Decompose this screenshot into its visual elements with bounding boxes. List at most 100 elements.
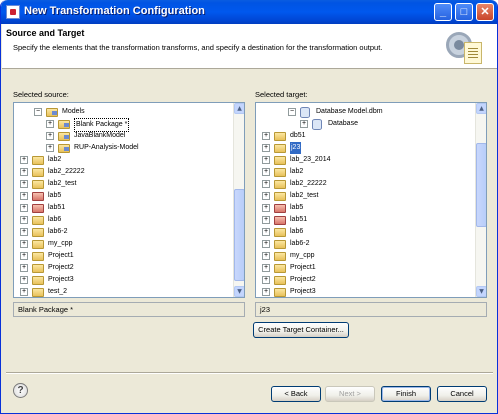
tree-item[interactable]: + Project3 (256, 286, 476, 297)
target-scrollbar[interactable]: ▲ ▼ (475, 103, 486, 297)
tree-item-label: Database Model.dbm (316, 108, 383, 115)
cancel-button[interactable]: Cancel (437, 386, 487, 402)
folder-icon (274, 228, 286, 237)
tree-item-label: lab6-2 (290, 240, 310, 247)
tree-item[interactable]: + JavaBlankModel (14, 130, 234, 142)
page-title: Source and Target (6, 28, 85, 38)
title-bar[interactable]: New Transformation Configuration _ □ ✕ (1, 0, 497, 24)
tree-item[interactable]: + lab2_test (256, 190, 476, 202)
maximize-button[interactable]: □ (455, 3, 473, 21)
tree-item[interactable]: + lab2 (14, 154, 234, 166)
tree-item[interactable]: + lab6 (14, 214, 234, 226)
expand-icon[interactable]: + (262, 216, 270, 224)
tree-item-label: my_cpp (290, 252, 315, 259)
close-button[interactable]: ✕ (476, 3, 494, 21)
tree-item[interactable]: + my_cpp (256, 250, 476, 262)
expand-icon[interactable]: + (262, 204, 270, 212)
finish-button[interactable]: Finish (381, 386, 431, 402)
database-icon (312, 119, 322, 130)
expand-icon[interactable]: + (262, 288, 270, 296)
target-tree[interactable]: − Database Model.dbm + Database + db51 + j23 + la… (255, 102, 487, 298)
expand-icon[interactable]: + (20, 228, 28, 236)
expand-icon[interactable]: + (262, 156, 270, 164)
folder-icon (274, 168, 286, 177)
next-button[interactable]: Next > (325, 386, 375, 402)
tree-item[interactable]: + my_cpp (14, 238, 234, 250)
tree-item[interactable]: + lab5 (14, 190, 234, 202)
help-icon[interactable]: ? (13, 383, 28, 398)
tree-item[interactable]: + lab51 (14, 202, 234, 214)
expand-icon[interactable]: + (262, 276, 270, 284)
tree-item[interactable]: + Project2 (14, 262, 234, 274)
expand-icon[interactable]: + (262, 228, 270, 236)
create-target-container-button[interactable]: Create Target Container... (253, 322, 349, 338)
tree-item[interactable]: + Blank Package * (14, 118, 234, 132)
tree-item[interactable]: + Project3 (14, 274, 234, 286)
expand-icon[interactable]: + (20, 156, 28, 164)
back-button[interactable]: < Back (271, 386, 321, 402)
expand-icon[interactable]: + (262, 240, 270, 248)
expand-icon[interactable]: + (20, 204, 28, 212)
expand-icon[interactable]: + (46, 120, 54, 128)
tree-item-label: lab_23_2014 (290, 156, 331, 163)
tree-item[interactable]: + lab2_test (14, 178, 234, 190)
expand-icon[interactable]: + (46, 144, 54, 152)
tree-item-label: lab6 (48, 216, 62, 223)
tree-item[interactable]: − Models (14, 106, 234, 118)
folder-icon (274, 156, 286, 165)
expand-icon[interactable]: + (262, 252, 270, 260)
expand-icon[interactable]: + (262, 144, 270, 152)
tree-item[interactable]: − Database Model.dbm (256, 106, 476, 118)
tree-item[interactable]: + lab5 (256, 202, 476, 214)
folder-icon (32, 168, 44, 177)
tree-item[interactable]: + db51 (256, 130, 476, 142)
tree-item-label: Models (62, 108, 85, 115)
folder-icon (32, 240, 44, 249)
scroll-down-arrow-icon[interactable]: ▼ (234, 286, 244, 297)
tree-item[interactable]: + lab2_22222 (14, 166, 234, 178)
tree-item[interactable]: + lab51 (256, 214, 476, 226)
expand-icon[interactable]: + (262, 132, 270, 140)
tree-item[interactable]: + lab2_22222 (256, 178, 476, 190)
expand-icon[interactable]: + (20, 240, 28, 248)
tree-item[interactable]: + lab6-2 (256, 238, 476, 250)
expand-icon[interactable]: + (46, 132, 54, 140)
minimize-button[interactable]: _ (434, 3, 452, 21)
expand-icon[interactable]: + (20, 288, 28, 296)
tree-item[interactable]: + Project1 (14, 250, 234, 262)
expand-icon[interactable]: + (300, 120, 308, 128)
expand-icon[interactable]: + (20, 252, 28, 260)
expand-icon[interactable]: + (20, 168, 28, 176)
tree-item[interactable]: + RUP-Analysis-Model (14, 142, 234, 154)
expand-icon[interactable]: + (262, 264, 270, 272)
tree-item[interactable]: + lab6 (256, 226, 476, 238)
expand-icon[interactable]: + (20, 192, 28, 200)
tree-item[interactable]: + lab6-2 (14, 226, 234, 238)
scroll-up-arrow-icon[interactable]: ▲ (234, 103, 244, 114)
tree-item[interactable]: + lab_23_2014 (256, 154, 476, 166)
expand-icon[interactable]: + (262, 192, 270, 200)
scroll-thumb[interactable] (234, 189, 244, 281)
source-scrollbar[interactable]: ▲ ▼ (233, 103, 244, 297)
expand-icon[interactable]: + (20, 180, 28, 188)
scroll-thumb[interactable] (476, 143, 486, 227)
tree-item-label: Database (328, 120, 358, 127)
tree-item[interactable]: + Project1 (256, 262, 476, 274)
scroll-up-arrow-icon[interactable]: ▲ (476, 103, 486, 114)
collapse-icon[interactable]: − (34, 108, 42, 116)
expand-icon[interactable]: + (20, 264, 28, 272)
tree-item[interactable]: + Project2 (256, 274, 476, 286)
tree-item[interactable]: + Database (256, 118, 476, 130)
expand-icon[interactable]: + (262, 180, 270, 188)
scroll-down-arrow-icon[interactable]: ▼ (476, 286, 486, 297)
collapse-icon[interactable]: − (288, 108, 296, 116)
tree-item-label: j23 (290, 142, 302, 154)
folder-icon (32, 216, 44, 225)
expand-icon[interactable]: + (20, 216, 28, 224)
expand-icon[interactable]: + (20, 276, 28, 284)
tree-item[interactable]: + lab2 (256, 166, 476, 178)
expand-icon[interactable]: + (262, 168, 270, 176)
tree-item[interactable]: + test_2 (14, 286, 234, 297)
source-tree[interactable]: − Models + Blank Package * + JavaBlankModel + R… (13, 102, 245, 298)
tree-item[interactable]: + j23 (256, 142, 476, 154)
